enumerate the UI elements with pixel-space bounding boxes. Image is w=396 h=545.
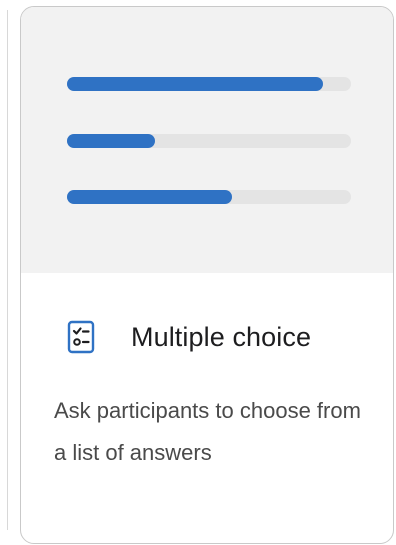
card-title: Multiple choice [131,321,312,352]
preview-bar-fill [67,134,156,148]
card-title-row: Multiple choice [67,317,311,357]
panel-divider [7,10,8,530]
preview-bar-fill [67,77,323,91]
checklist-icon [67,320,95,354]
card-preview [21,7,393,273]
preview-bar-track [67,77,351,91]
preview-bar-fill [67,190,232,204]
preview-bar-track [67,190,351,204]
multiple-choice-card[interactable]: Multiple choice Ask participants to choo… [20,6,394,544]
preview-bar-track [67,134,351,148]
card-description: Ask participants to choose from a list o… [54,398,361,465]
